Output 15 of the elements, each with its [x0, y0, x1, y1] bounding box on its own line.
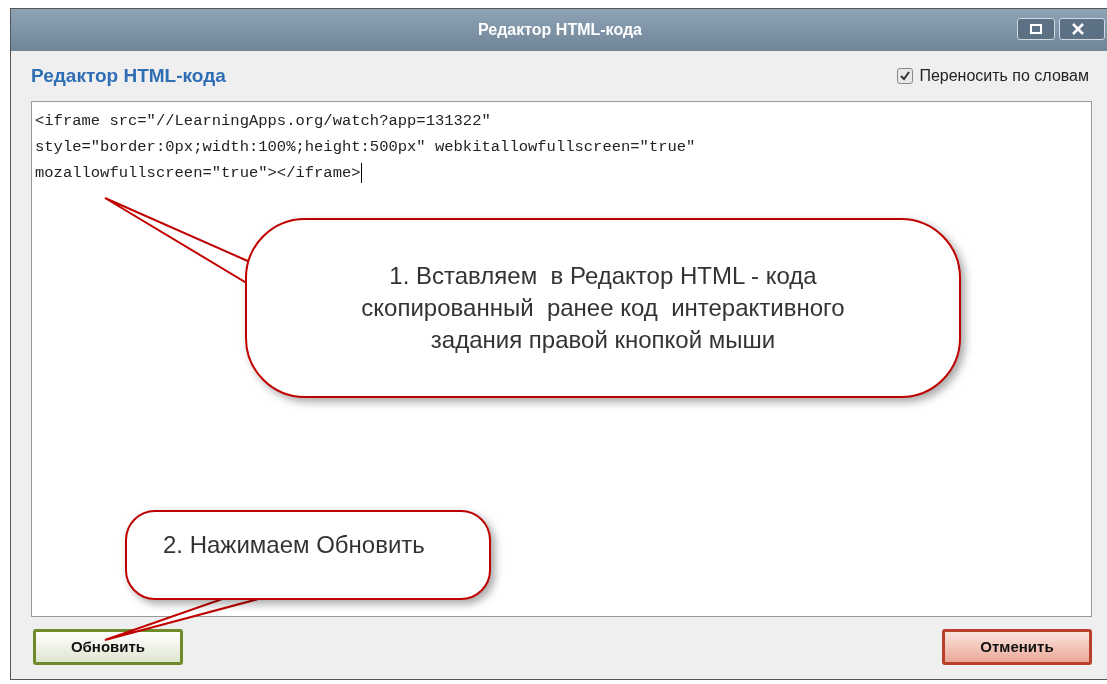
callout-text: 1. Вставляем в Редактор HTML - кода скопированный ранее код интерактивного задания правой кнопкой мыши — [361, 261, 845, 355]
editor-heading: Редактор HTML-кода — [31, 63, 226, 88]
update-button[interactable]: Обновить — [33, 629, 183, 665]
close-button[interactable] — [1059, 18, 1105, 40]
callout-text: 2. Нажимаем Обновить — [163, 530, 425, 560]
code-line: mozallowfullscreen="true"></iframe> — [35, 161, 362, 185]
window-title: Редактор HTML-кода — [478, 20, 642, 40]
close-icon — [1072, 23, 1084, 35]
word-wrap-label: Переносить по словам — [919, 66, 1089, 86]
code-line: <iframe src="//LearningApps.org/watch?app=131322" — [35, 111, 491, 132]
word-wrap-checkbox[interactable] — [897, 68, 914, 84]
code-line: style="border:0px;width:100%;height:500px" webkitallowfullscreen="true" — [35, 137, 696, 158]
maximize-icon — [1030, 24, 1042, 34]
maximize-button[interactable] — [1017, 18, 1055, 40]
cancel-button[interactable]: Отменить — [942, 629, 1092, 665]
